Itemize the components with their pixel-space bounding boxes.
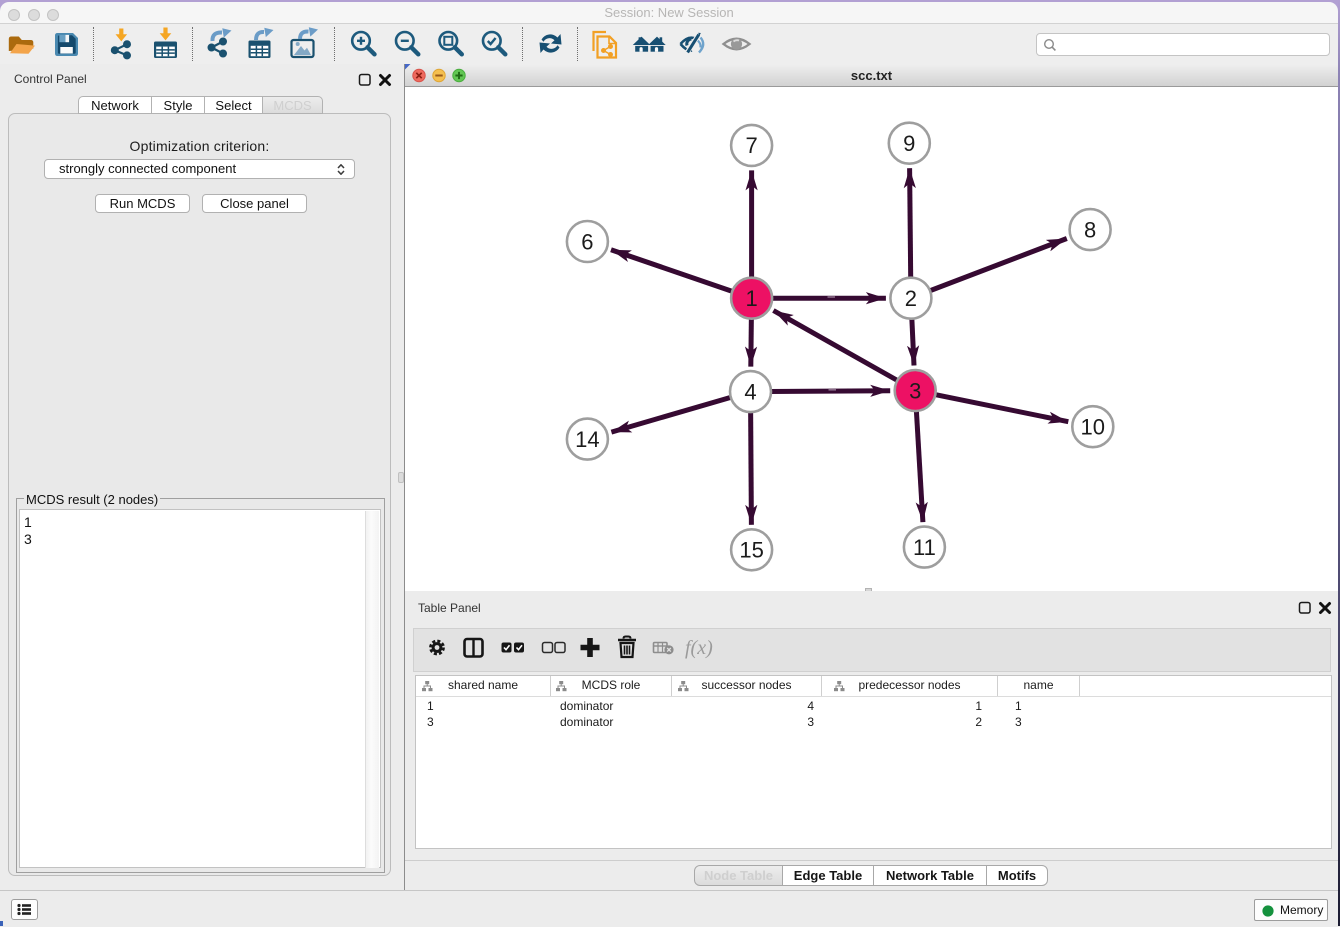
svg-text:9: 9 bbox=[903, 131, 915, 156]
svg-text:11: 11 bbox=[913, 535, 936, 560]
svg-text:f(x): f(x) bbox=[685, 637, 713, 659]
svg-text:2: 2 bbox=[905, 286, 917, 311]
svg-text:1: 1 bbox=[745, 286, 757, 311]
svg-text:3: 3 bbox=[909, 378, 921, 403]
svg-text:7: 7 bbox=[745, 133, 757, 158]
svg-text:4: 4 bbox=[744, 379, 756, 404]
svg-text:15: 15 bbox=[739, 538, 763, 563]
svg-text:8: 8 bbox=[1084, 217, 1096, 242]
svg-text:14: 14 bbox=[575, 427, 599, 452]
svg-text:10: 10 bbox=[1081, 415, 1105, 440]
svg-text:6: 6 bbox=[581, 229, 593, 254]
